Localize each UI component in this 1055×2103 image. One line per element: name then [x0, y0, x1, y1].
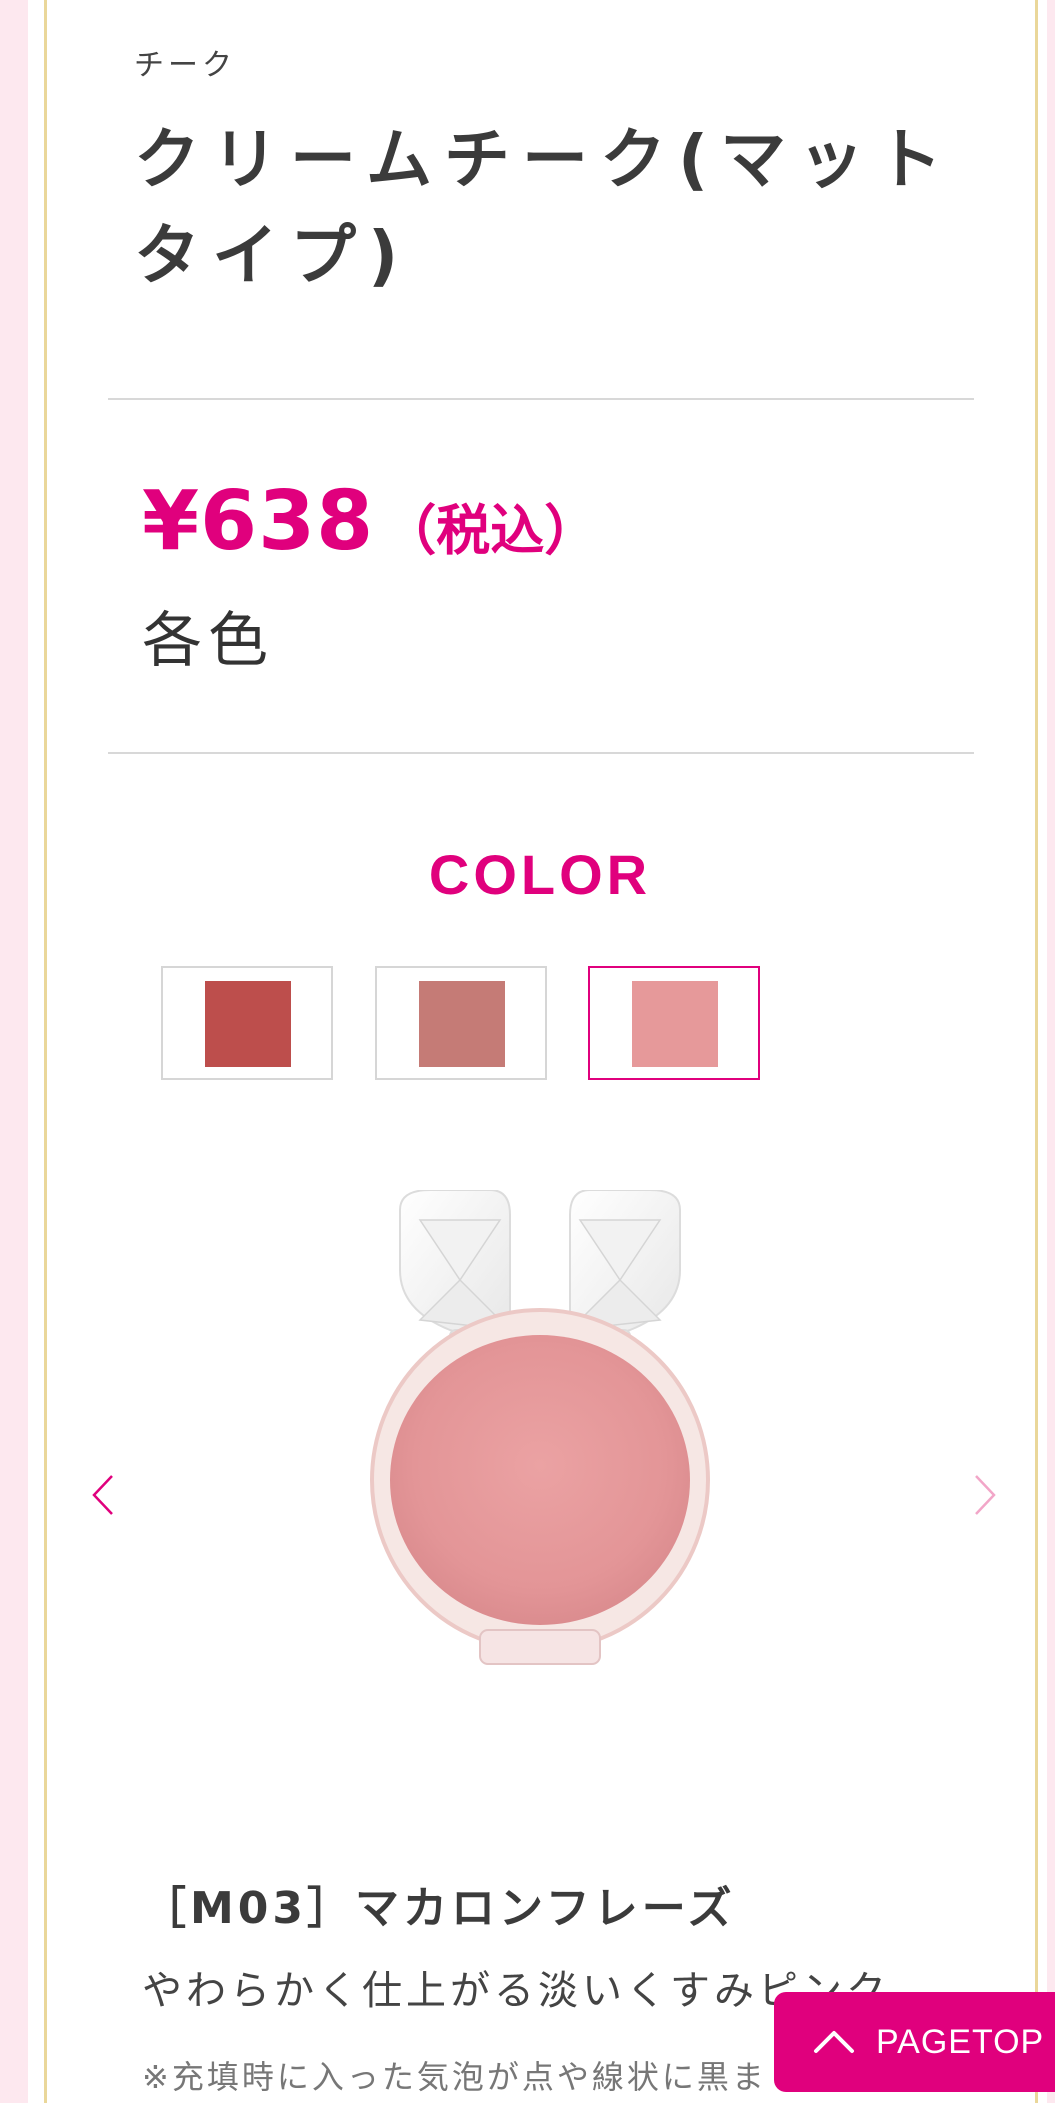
- carousel-prev-button[interactable]: [84, 1470, 124, 1520]
- divider-bottom: [108, 752, 974, 754]
- color-swatch-2[interactable]: [375, 966, 547, 1080]
- product-title: クリームチーク(マットタイプ): [134, 121, 955, 294]
- color-swatch-3[interactable]: [588, 966, 760, 1080]
- price-amount: ¥638: [142, 474, 375, 569]
- color-heading: COLOR: [428, 843, 652, 906]
- divider-top: [108, 398, 974, 400]
- product-image: [370, 1190, 710, 1665]
- page: チーク クリームチーク(マットタイプ) ¥638 （税込） 各色 COLOR ［…: [0, 0, 1055, 2103]
- chevron-right-icon: [975, 1475, 996, 1515]
- variants-label: 各色: [142, 606, 274, 676]
- page-background-left: [0, 0, 28, 2103]
- chevron-left-icon: [92, 1475, 113, 1515]
- swatch-color-fill: [419, 981, 505, 1067]
- chevron-up-icon: [814, 2031, 854, 2053]
- shade-name: ［M03］マカロンフレーズ: [142, 1883, 736, 1934]
- swatch-color-fill: [632, 981, 718, 1067]
- price: ¥638 （税込）: [142, 474, 598, 569]
- pagetop-label: PAGETOP: [876, 2022, 1045, 2061]
- page-background-right: [1047, 0, 1055, 2103]
- carousel-next-button[interactable]: [964, 1470, 1004, 1520]
- product-category: チーク: [134, 48, 236, 83]
- swatch-color-fill: [205, 981, 291, 1067]
- pagetop-button[interactable]: PAGETOP: [774, 1992, 1055, 2092]
- color-swatch-1[interactable]: [161, 966, 333, 1080]
- price-tax-note: （税込）: [382, 499, 599, 562]
